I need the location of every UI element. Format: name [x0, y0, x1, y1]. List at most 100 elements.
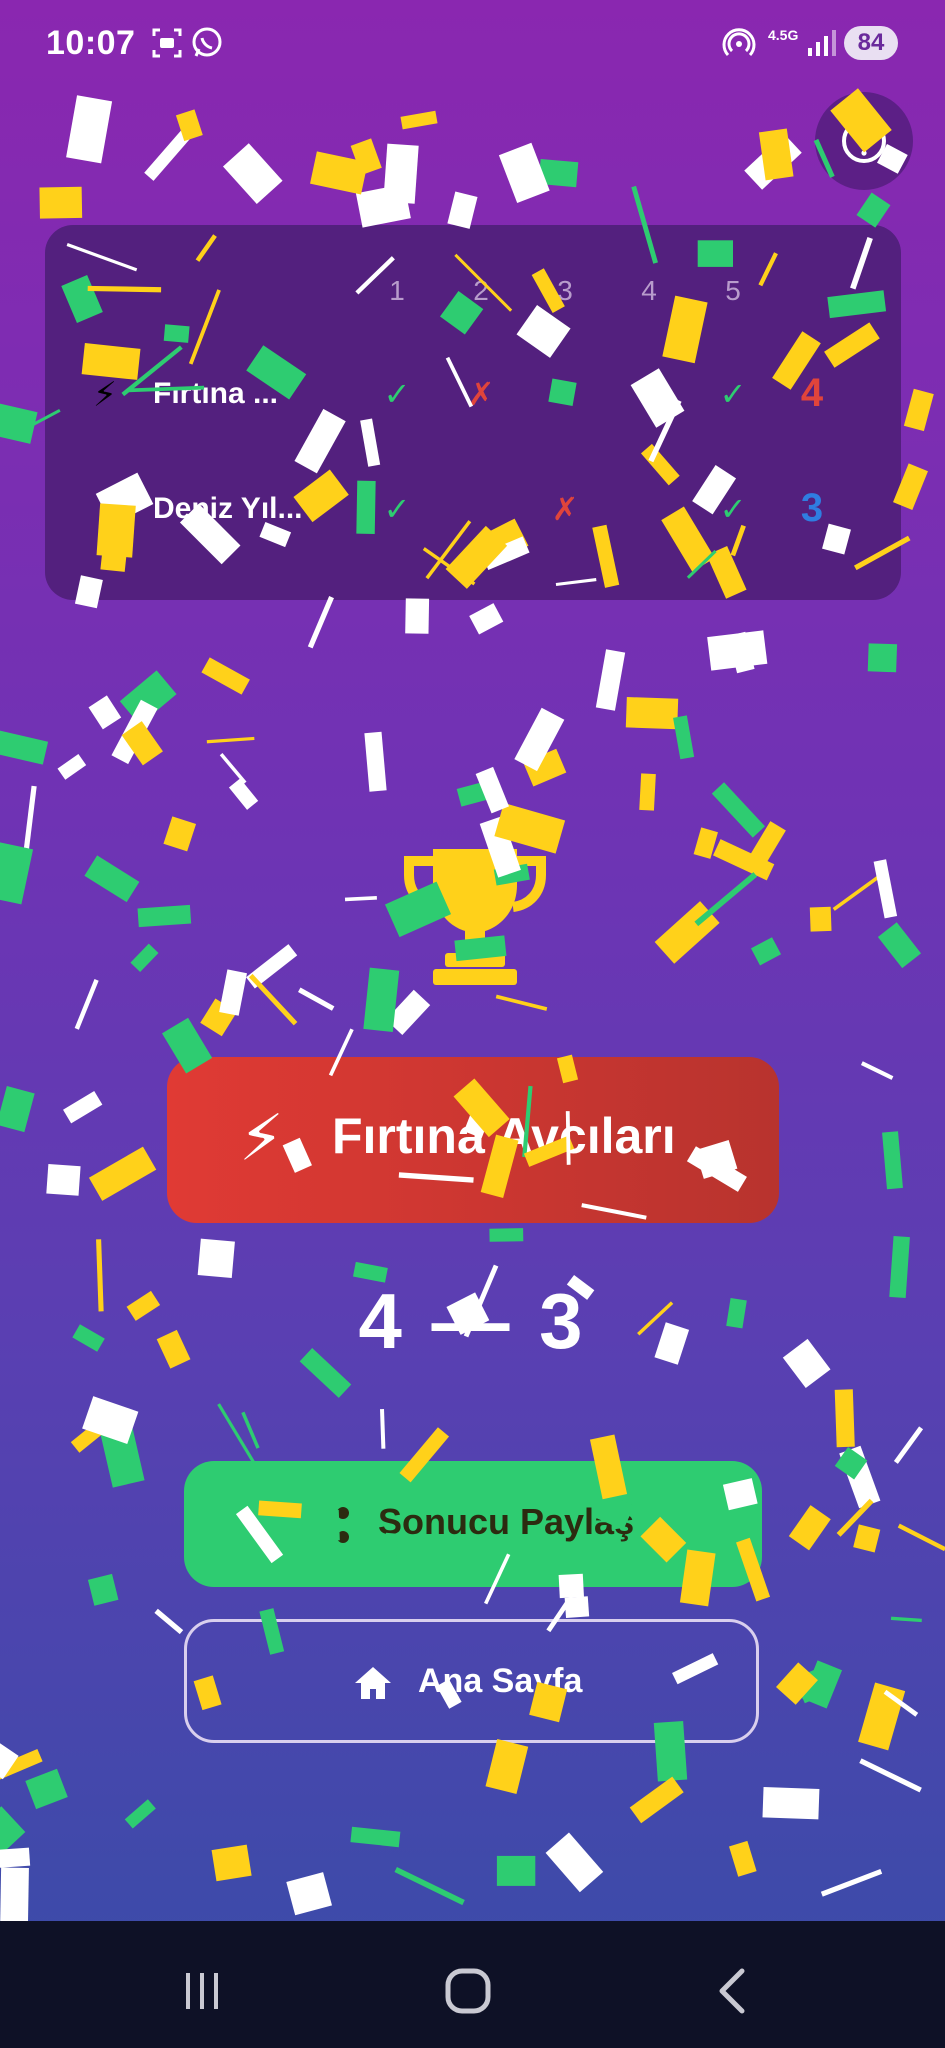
round-header-3: 3	[557, 275, 573, 306]
confetti-piece	[405, 598, 430, 634]
confetti-piece	[130, 943, 159, 972]
round-mark: ✓	[719, 491, 747, 527]
confetti-piece	[890, 1616, 922, 1623]
confetti-piece	[859, 1758, 922, 1793]
confetti-piece	[711, 782, 766, 838]
confetti-piece	[144, 124, 196, 181]
confetti-piece	[820, 1868, 883, 1897]
confetti-piece	[758, 128, 794, 181]
confetti-piece	[893, 1426, 924, 1464]
confetti-piece	[834, 1389, 855, 1448]
battery-indicator: 84	[844, 26, 898, 60]
confetti-piece	[832, 875, 880, 911]
share-result-button[interactable]: Sonucu Paylaş	[184, 1461, 762, 1587]
score-separator: —	[431, 1277, 514, 1365]
confetti-piece	[344, 895, 377, 902]
screenshot-icon	[150, 26, 184, 60]
confetti-piece	[124, 1799, 156, 1829]
confetti-piece	[839, 1445, 881, 1509]
score-right: 3	[539, 1277, 587, 1365]
confetti-piece	[0, 842, 34, 905]
round-mark: ✓	[383, 491, 411, 527]
confetti-piece	[745, 821, 786, 872]
back-icon	[719, 1968, 745, 2014]
confetti-piece	[836, 1498, 874, 1537]
round-mark: ✗	[467, 376, 495, 412]
confetti-piece	[750, 937, 782, 966]
confetti-piece	[119, 670, 177, 726]
confetti-piece	[39, 186, 83, 219]
confetti-piece	[514, 707, 565, 772]
round-mark: ✓	[551, 376, 579, 412]
confetti-piece	[22, 785, 37, 859]
confetti-piece	[447, 191, 478, 229]
confetti-piece	[307, 596, 334, 649]
lightning-icon: ⚡	[93, 376, 117, 414]
confetti-piece	[498, 142, 550, 203]
winner-banner: ⚡ Fırtına Avcıları	[167, 1057, 779, 1223]
confetti-piece	[495, 994, 548, 1011]
confetti-piece	[744, 133, 802, 190]
confetti-piece	[298, 987, 335, 1011]
confetti-piece	[903, 388, 934, 432]
recent-apps-button[interactable]	[162, 1961, 242, 2021]
confetti-piece	[355, 183, 411, 228]
final-score: 4 — 3	[0, 1276, 945, 1367]
confetti-piece	[523, 748, 567, 787]
confetti-piece	[853, 1524, 881, 1553]
confetti-piece	[246, 944, 298, 989]
confetti-piece	[163, 816, 197, 852]
signal-icon	[804, 26, 838, 60]
status-time: 10:07	[46, 24, 136, 62]
confetti-piece	[211, 1844, 252, 1882]
confetti-piece	[0, 728, 49, 765]
confetti-piece	[762, 1787, 820, 1820]
confetti-piece	[883, 1689, 919, 1717]
confetti-piece	[877, 922, 922, 969]
confetti-piece	[219, 753, 247, 784]
confetti-piece	[394, 1866, 465, 1906]
confetti-piece	[673, 715, 695, 760]
home-button-label: Ana Sayfa	[418, 1662, 583, 1700]
home-nav-button[interactable]	[428, 1961, 508, 2021]
whatsapp-icon	[190, 26, 224, 60]
confetti-piece	[654, 901, 720, 964]
confetti-piece	[380, 1409, 386, 1449]
round-header-1: 1	[389, 275, 405, 306]
confetti-piece	[154, 1608, 184, 1635]
confetti-piece	[200, 998, 237, 1037]
player-name: Fırtına ...	[153, 377, 279, 410]
network-label: 4.5G	[768, 27, 799, 43]
confetti-piece	[538, 159, 579, 188]
confetti-piece	[834, 1447, 868, 1480]
confetti-piece	[802, 1660, 843, 1709]
confetti-piece	[867, 643, 898, 673]
confetti-piece	[469, 603, 504, 635]
confetti-piece	[137, 904, 192, 928]
confetti-piece	[728, 1840, 757, 1877]
back-button[interactable]	[694, 1961, 774, 2021]
confetti-piece	[694, 872, 758, 927]
system-navigation-bar	[0, 1921, 945, 2048]
confetti-piece	[485, 1739, 529, 1795]
recent-apps-icon	[186, 1973, 218, 2009]
hotspot-icon	[722, 26, 756, 60]
confetti-piece	[456, 780, 494, 807]
confetti-piece	[496, 1855, 536, 1886]
confetti-piece	[217, 1403, 256, 1464]
home-button[interactable]: Ana Sayfa	[184, 1619, 759, 1743]
confetti-piece	[25, 1768, 68, 1810]
confetti-piece	[248, 973, 298, 1026]
help-button[interactable]	[815, 92, 913, 190]
confetti-piece	[639, 773, 656, 811]
confetti-piece	[873, 859, 898, 919]
confetti-piece	[88, 695, 122, 730]
confetti-piece	[0, 397, 38, 444]
confetti-piece	[0, 1806, 26, 1854]
confetti-piece	[595, 649, 626, 711]
confetti-piece	[363, 967, 400, 1032]
confetti-piece	[100, 1427, 145, 1488]
confetti-piece	[219, 969, 247, 1016]
confetti-piece	[364, 731, 387, 792]
confetti-piece	[794, 1666, 832, 1704]
